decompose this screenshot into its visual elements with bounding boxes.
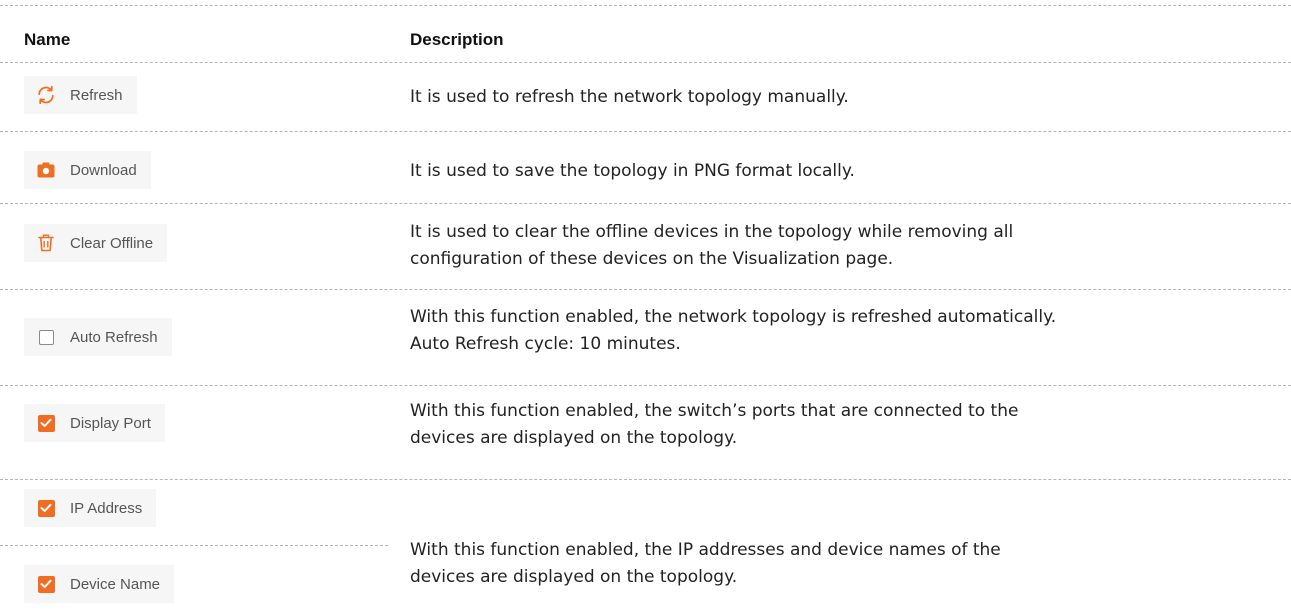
auto-refresh-description: With this function enabled, the network … (410, 304, 1280, 358)
description-line: It is used to refresh the network topolo… (410, 87, 849, 107)
clear-offline-button[interactable]: Clear Offline (24, 224, 168, 262)
refresh-button[interactable]: Refresh (24, 76, 137, 114)
auto-refresh-label: Auto Refresh (70, 328, 158, 346)
description-line: devices are displayed on the topology. (410, 567, 738, 587)
checkbox-checked-icon[interactable] (36, 413, 56, 433)
refresh-button-label: Refresh (70, 86, 123, 104)
header-divider (0, 62, 1291, 63)
sub-row-divider (0, 545, 388, 546)
table-top-border (0, 5, 1291, 6)
display-port-checkbox[interactable]: Display Port (24, 404, 165, 442)
description-line: With this function enabled, the switch’s… (410, 401, 1019, 421)
description-line: devices are displayed on the topology. (410, 428, 738, 448)
description-line: With this function enabled, the network … (410, 307, 1057, 327)
refresh-icon (36, 85, 56, 105)
row-divider (0, 289, 1291, 290)
checkbox-checked-icon[interactable] (36, 498, 56, 518)
description-line: It is used to clear the offline devices … (410, 222, 1014, 242)
clear-offline-button-label: Clear Offline (70, 234, 154, 252)
column-header-name: Name (24, 30, 71, 49)
column-header-description: Description (410, 30, 504, 49)
description-line: It is used to save the topology in PNG f… (410, 161, 855, 181)
clear-offline-description: It is used to clear the offline devices … (410, 219, 1280, 273)
row-divider (0, 479, 1291, 480)
trash-icon (36, 233, 56, 253)
auto-refresh-checkbox[interactable]: Auto Refresh (24, 318, 172, 356)
row-divider (0, 203, 1291, 204)
refresh-description: It is used to refresh the network topolo… (410, 84, 1280, 111)
ip-address-label: IP Address (70, 499, 143, 517)
download-button[interactable]: Download (24, 151, 151, 189)
device-name-label: Device Name (70, 575, 161, 593)
camera-icon (36, 160, 56, 180)
display-port-label: Display Port (70, 414, 151, 432)
row-divider (0, 385, 1291, 386)
device-name-checkbox[interactable]: Device Name (24, 565, 175, 603)
download-description: It is used to save the topology in PNG f… (410, 158, 1280, 185)
description-line: With this function enabled, the IP addre… (410, 540, 1001, 560)
ip-device-name-description: With this function enabled, the IP addre… (410, 537, 1280, 591)
description-line: configuration of these devices on the Vi… (410, 249, 894, 269)
display-port-description: With this function enabled, the switch’s… (410, 398, 1280, 452)
checkbox-checked-icon[interactable] (36, 574, 56, 594)
download-button-label: Download (70, 161, 137, 179)
checkbox-unchecked-icon[interactable] (36, 327, 56, 347)
ip-address-checkbox[interactable]: IP Address (24, 489, 157, 527)
row-divider (0, 131, 1291, 132)
description-line: Auto Refresh cycle: 10 minutes. (410, 334, 681, 354)
